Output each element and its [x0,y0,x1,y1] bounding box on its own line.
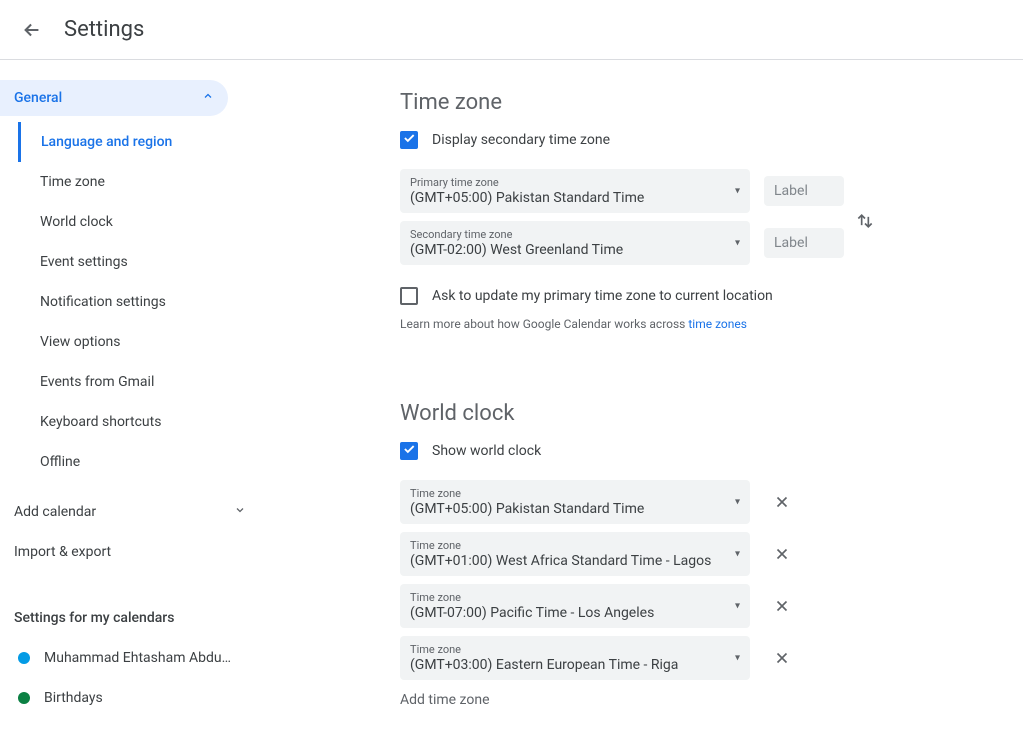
back-arrow-icon[interactable] [20,18,44,42]
checkbox-row-ask-update: Ask to update my primary time zone to cu… [400,287,1023,305]
section-title-timezone: Time zone [400,90,1023,115]
swap-vertical-icon [855,211,875,231]
subnav-keyboard-shortcuts[interactable]: Keyboard shortcuts [18,402,260,442]
select-floating-label: Time zone [410,591,740,604]
close-icon [773,649,791,667]
caret-down-icon: ▾ [735,497,740,508]
settings-sidebar: General Language and region Time zone Wo… [0,60,260,738]
checkbox-label: Display secondary time zone [432,132,610,148]
subnav-time-zone[interactable]: Time zone [18,162,260,202]
subnav-events-from-gmail[interactable]: Events from Gmail [18,362,260,402]
sidebar-add-calendar-label: Add calendar [14,504,96,520]
swap-timezones-button[interactable] [850,203,880,239]
check-icon [402,442,416,460]
sidebar-import-export[interactable]: Import & export [0,532,260,572]
close-icon [773,493,791,511]
sidebar-add-calendar[interactable]: Add calendar [0,492,260,532]
select-floating-label: Time zone [410,539,740,552]
general-subnav: Language and region Time zone World cloc… [18,116,260,492]
caret-down-icon: ▾ [735,601,740,612]
caret-down-icon: ▾ [735,549,740,560]
add-timezone-button[interactable]: Add time zone [400,692,1023,708]
select-floating-label: Secondary time zone [410,228,740,241]
close-icon [773,545,791,563]
calendar-name: Birthdays [44,690,103,706]
calendar-name: Muhammad Ehtasham Abdu… [44,650,231,666]
page-title: Settings [64,17,144,42]
select-floating-label: Time zone [410,643,740,656]
close-icon [773,597,791,615]
subnav-world-clock[interactable]: World clock [18,202,260,242]
remove-clock-button[interactable] [764,588,800,624]
secondary-timezone-select[interactable]: Secondary time zone (GMT-02:00) West Gre… [400,221,750,265]
subnav-event-settings[interactable]: Event settings [18,242,260,282]
chevron-up-icon [202,90,214,106]
worldclock-select-1[interactable]: Time zone (GMT+01:00) West Africa Standa… [400,532,750,576]
subnav-offline[interactable]: Offline [18,442,260,482]
caret-down-icon: ▾ [735,653,740,664]
settings-main: Time zone Display secondary time zone Pr… [260,60,1023,738]
input-placeholder: Label [774,183,834,199]
primary-label-input[interactable]: Label [764,176,844,206]
select-value: (GMT-02:00) West Greenland Time [410,242,740,258]
input-placeholder: Label [774,235,834,251]
checkbox-display-secondary[interactable] [400,131,418,149]
subnav-language-region[interactable]: Language and region [18,122,260,162]
select-floating-label: Primary time zone [410,176,740,189]
sidebar-category-label: General [14,90,62,106]
subnav-notification-settings[interactable]: Notification settings [18,282,260,322]
select-value: (GMT+01:00) West Africa Standard Time - … [410,553,740,569]
calendar-color-dot [18,652,30,664]
subnav-view-options[interactable]: View options [18,322,260,362]
check-icon [402,131,416,149]
checkbox-label: Ask to update my primary time zone to cu… [432,288,773,304]
select-value: (GMT+05:00) Pakistan Standard Time [410,190,740,206]
calendar-item-birthdays[interactable]: Birthdays [0,678,260,718]
checkbox-row-display-secondary: Display secondary time zone [400,131,1023,149]
checkbox-row-show-worldclock: Show world clock [400,442,1023,460]
checkbox-ask-update[interactable] [400,287,418,305]
checkbox-label: Show world clock [432,443,541,459]
select-value: (GMT-07:00) Pacific Time - Los Angeles [410,605,740,621]
caret-down-icon: ▾ [735,186,740,197]
worldclock-select-2[interactable]: Time zone (GMT-07:00) Pacific Time - Los… [400,584,750,628]
worldclock-select-3[interactable]: Time zone (GMT+03:00) Eastern European T… [400,636,750,680]
section-title-worldclock: World clock [400,401,1023,426]
calendar-item-user[interactable]: Muhammad Ehtasham Abdu… [0,638,260,678]
secondary-label-input[interactable]: Label [764,228,844,258]
remove-clock-button[interactable] [764,536,800,572]
calendar-color-dot [18,692,30,704]
chevron-down-icon [234,504,246,520]
select-value: (GMT+03:00) Eastern European Time - Riga [410,657,740,673]
settings-header: Settings [0,0,1023,60]
select-value: (GMT+05:00) Pakistan Standard Time [410,501,740,517]
sidebar-heading-my-calendars: Settings for my calendars [0,598,260,638]
sidebar-category-general[interactable]: General [0,80,228,116]
remove-clock-button[interactable] [764,484,800,520]
checkbox-show-worldclock[interactable] [400,442,418,460]
select-floating-label: Time zone [410,487,740,500]
worldclock-select-0[interactable]: Time zone (GMT+05:00) Pakistan Standard … [400,480,750,524]
caret-down-icon: ▾ [735,238,740,249]
timezones-link[interactable]: time zones [688,317,747,331]
sidebar-import-export-label: Import & export [14,544,111,560]
remove-clock-button[interactable] [764,640,800,676]
primary-timezone-select[interactable]: Primary time zone (GMT+05:00) Pakistan S… [400,169,750,213]
timezone-helper-text: Learn more about how Google Calendar wor… [400,317,1023,331]
